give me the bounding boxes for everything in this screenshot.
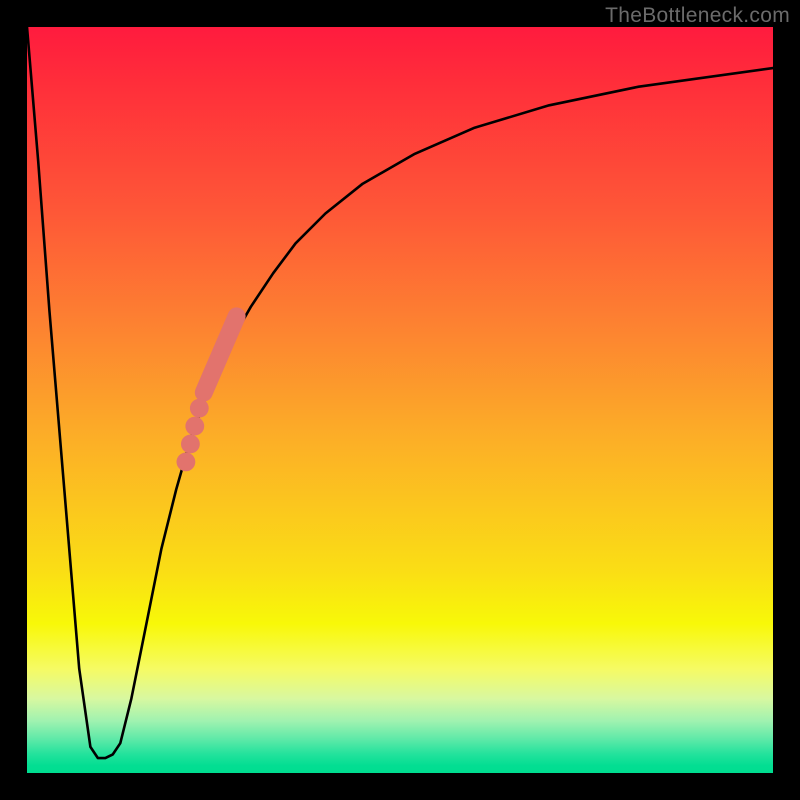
plot-area	[27, 27, 773, 773]
watermark-text: TheBottleneck.com	[605, 4, 790, 28]
highlight-dot	[181, 435, 200, 454]
highlight-dot	[177, 453, 196, 472]
highlight-dot	[185, 417, 204, 436]
bottleneck-curve	[27, 27, 773, 758]
chart-svg	[27, 27, 773, 773]
highlight-dots	[177, 399, 209, 471]
highlight-segment	[204, 316, 237, 392]
chart-frame: TheBottleneck.com	[0, 0, 800, 800]
highlight-dot	[190, 399, 209, 418]
